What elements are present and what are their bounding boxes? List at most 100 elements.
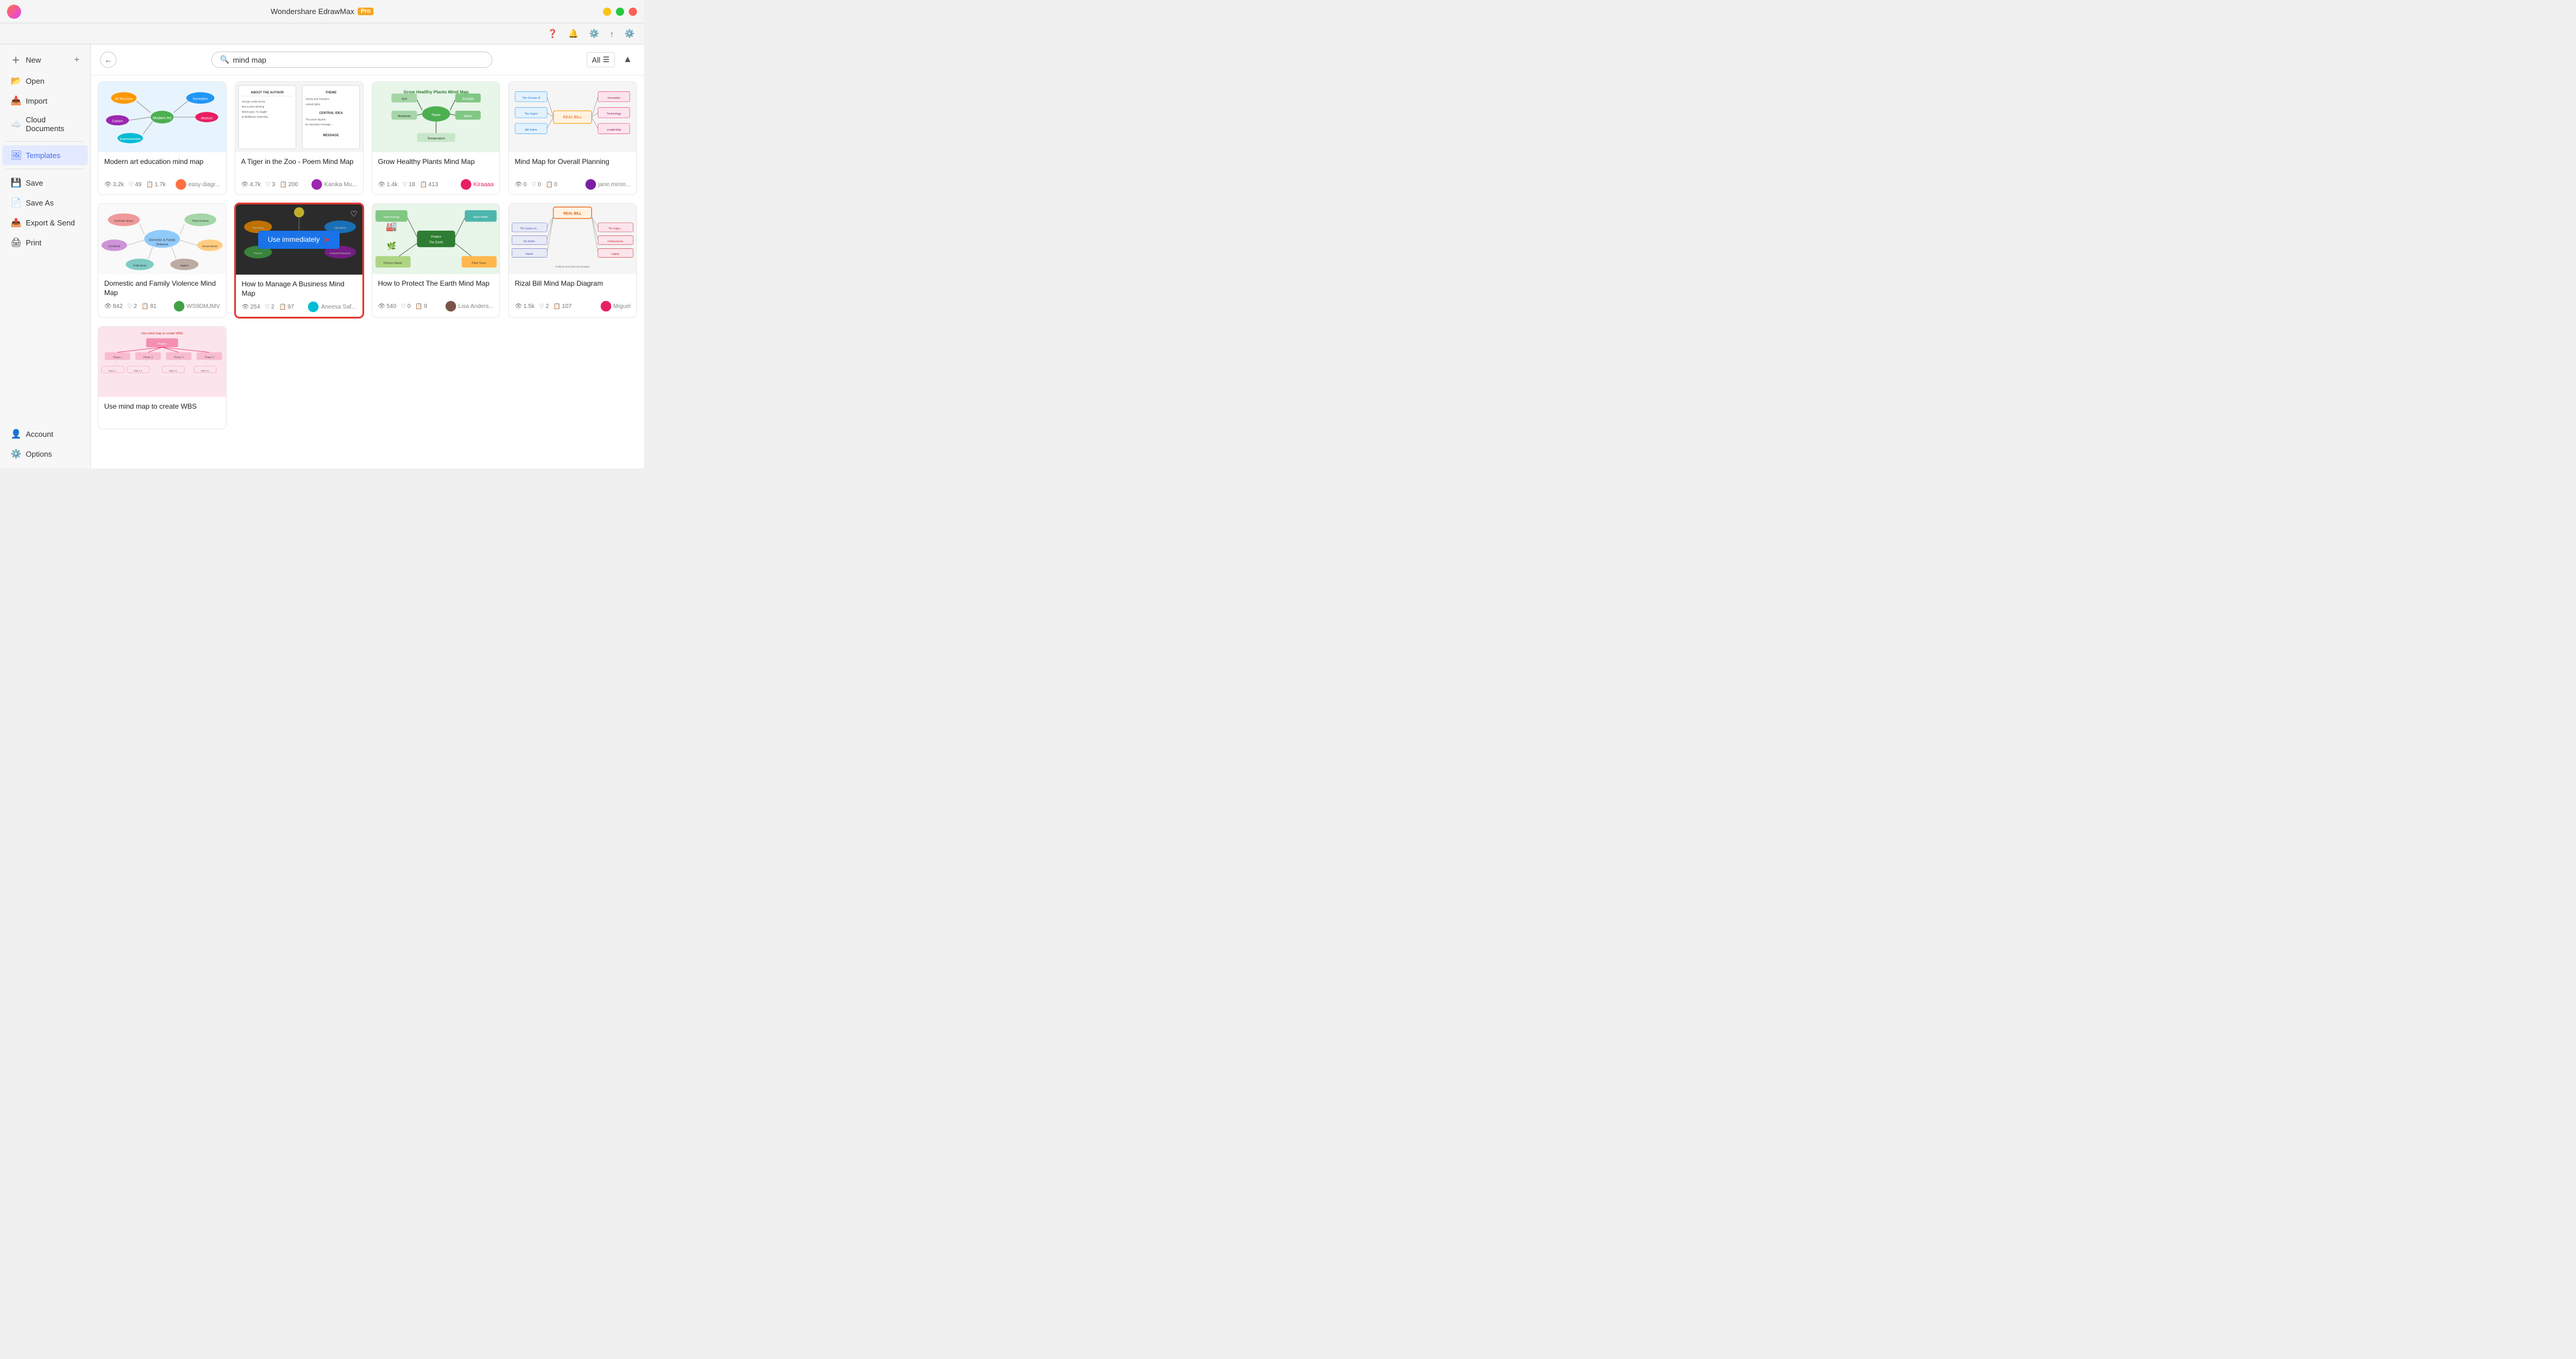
all-filter-button[interactable]: All ☰ (587, 52, 615, 67)
help-icon[interactable]: ❓ (545, 28, 560, 40)
svg-text:Project: Project (157, 343, 167, 346)
maximize-button[interactable] (616, 8, 624, 16)
card-info-business: How to Manage A Business Mind Map 👁 254 … (236, 275, 362, 317)
svg-text:was a prize-winning: was a prize-winning (242, 105, 265, 108)
svg-text:Leadership: Leadership (607, 128, 621, 132)
sidebar: ＋ New + 📂 Open 📥 Import ☁️ Cloud Documen… (0, 44, 91, 468)
svg-text:Phase 4: Phase 4 (204, 356, 214, 359)
svg-text:His Works: His Works (523, 239, 536, 242)
card-info-modern-art: Modern art education mind map 👁 3.2k ♡ 4… (98, 152, 226, 194)
views-planning: 👁 0 (515, 182, 526, 188)
app-title-text: Wondershare EdrawMax (270, 7, 354, 16)
sidebar-item-open[interactable]: 📂 Open (2, 71, 88, 91)
svg-text:Achievements: Achievements (607, 239, 624, 242)
card-violence[interactable]: Domestic & Family Violence Economic abus… (98, 203, 227, 318)
cards-grid-scroll[interactable]: Modern Art Art Nouveau Surrealism Cubism (91, 76, 644, 468)
author-violence: WS9DMJMV (174, 301, 220, 311)
svg-text:The Earth: The Earth (429, 241, 443, 245)
sidebar-item-import-label: Import (26, 97, 47, 105)
minimize-button[interactable] (603, 8, 611, 16)
card-thumb-planning: REAL BILL The Genius of The Super Bill G… (509, 82, 636, 152)
svg-text:Technology: Technology (607, 112, 622, 116)
sidebar-item-import[interactable]: 📥 Import (2, 91, 88, 111)
svg-text:Impact: Impact (526, 252, 534, 255)
card-business[interactable]: Business Management Marketing Finance Op… (235, 203, 364, 318)
card-title-violence: Domestic and Family Violence Mind Map (104, 279, 220, 297)
export-icon: 📤 (11, 217, 21, 228)
card-info-rizal: Rizal Bill Mind Map Diagram 👁 1.5k ♡ 2 📋… (509, 274, 636, 316)
back-button[interactable]: ← (100, 52, 117, 68)
sidebar-item-cloud[interactable]: ☁️ Cloud Documents (2, 111, 88, 138)
account-icon: 👤 (11, 429, 21, 439)
svg-text:Welsh poet. He taught: Welsh poet. He taught (242, 110, 268, 113)
author-business: Aneesa Saf... (308, 302, 356, 312)
likes-planning: ♡ 0 (532, 182, 542, 188)
svg-text:Temperature: Temperature (427, 137, 445, 141)
sidebar-item-saveas[interactable]: 📄 Save As (2, 193, 88, 213)
toolbar: ❓ 🔔 ⚙️ ↑ ⚙️ (0, 23, 644, 44)
scroll-top-button[interactable]: ▲ (621, 52, 635, 67)
svg-text:THEME: THEME (326, 91, 337, 95)
card-plants[interactable]: Grow Healthy Plants Mind Map Plants Sunl… (372, 81, 501, 195)
card-tiger[interactable]: ABOUT THE AUTHOR George Leslie Norris wa… (235, 81, 364, 195)
close-button[interactable] (629, 8, 637, 16)
search-area: ← 🔍 All ☰ ▲ (91, 44, 644, 76)
svg-text:Surrealism: Surrealism (193, 98, 208, 101)
svg-text:Soil: Soil (401, 98, 406, 101)
saveas-icon: 📄 (11, 197, 21, 208)
svg-text:Task 3.1: Task 3.1 (169, 370, 177, 372)
svg-text:The Super...: The Super... (608, 227, 622, 230)
heart-icon-business[interactable]: ♡ (350, 209, 358, 219)
svg-text:an important message...: an important message... (306, 123, 333, 126)
sidebar-item-options[interactable]: ⚙️ Options (2, 444, 88, 464)
svg-text:Violence: Violence (156, 243, 168, 247)
import-icon: 📥 (11, 95, 21, 106)
svg-text:REAL BILL: REAL BILL (563, 115, 582, 119)
card-meta-modern-art: 👁 3.2k ♡ 49 📋 1.7k easy diagr... (104, 179, 220, 190)
svg-text:George Leslie Norris: George Leslie Norris (242, 100, 266, 103)
use-immediately-button[interactable]: Use immediately ➤ (258, 231, 339, 249)
copies-modern-art: 📋 1.7k (146, 182, 166, 188)
sidebar-item-templates[interactable]: 🖼 Templates (2, 145, 88, 165)
card-earth[interactable]: Protect The Earth Save Energy Save Water… (372, 203, 501, 318)
svg-text:MESSAGE: MESSAGE (323, 134, 339, 138)
svg-text:The poem depicts: The poem depicts (306, 118, 326, 121)
sidebar-item-account[interactable]: 👤 Account (2, 424, 88, 444)
author-planning: jane.miron... (585, 179, 631, 190)
card-wbs[interactable]: Use mind map to create WBS Project Phase… (98, 326, 227, 429)
filter-menu-icon: ☰ (602, 55, 609, 64)
svg-text:Child abuse: Child abuse (133, 264, 147, 267)
sidebar-item-save[interactable]: 💾 Save (2, 173, 88, 193)
svg-text:Art Nouveau: Art Nouveau (115, 98, 132, 101)
community-icon[interactable]: ⚙️ (587, 28, 601, 40)
views-modern-art: 👁 3.2k (104, 182, 124, 188)
sidebar-item-print-label: Print (26, 238, 42, 247)
svg-text:The Super: The Super (525, 112, 538, 116)
svg-text:Task 2.1: Task 2.1 (133, 370, 142, 372)
sidebar-item-new[interactable]: ＋ New + (2, 49, 88, 71)
card-rizal[interactable]: REAL BILL The Genius of... His Works Imp… (508, 203, 637, 318)
card-modern-art[interactable]: Modern Art Art Nouveau Surrealism Cubism (98, 81, 227, 195)
settings-icon[interactable]: ⚙️ (622, 28, 637, 40)
title-bar: Wondershare EdrawMax Pro (0, 0, 644, 23)
likes-rizal: ♡ 2 (539, 303, 549, 310)
card-info-plants: Grow Healthy Plants Mind Map 👁 1.4k ♡ 18… (372, 152, 500, 194)
sidebar-item-export[interactable]: 📤 Export & Send (2, 213, 88, 232)
views-earth: 👁 540 (378, 303, 396, 310)
sidebar-item-export-label: Export & Send (26, 218, 75, 227)
card-info-earth: How to Protect The Earth Mind Map 👁 540 … (372, 274, 500, 316)
views-violence: 👁 842 (104, 303, 122, 310)
options-icon: ⚙️ (11, 449, 21, 459)
card-thumb-earth: Protect The Earth Save Energy Save Water… (372, 204, 500, 274)
share-icon[interactable]: ↑ (608, 28, 616, 40)
svg-text:at Middlesex University: at Middlesex University (242, 115, 268, 118)
card-thumb-modern-art: Modern Art Art Nouveau Surrealism Cubism (98, 82, 226, 152)
sidebar-item-print[interactable]: 🖨 Print (2, 232, 88, 252)
likes-plants: ♡ 18 (402, 182, 415, 188)
notification-icon[interactable]: 🔔 (566, 28, 581, 40)
card-title-planning: Mind Map for Overall Planning (515, 157, 631, 176)
card-thumb-business: Business Management Marketing Finance Op… (236, 204, 362, 275)
copies-plants: 📋 413 (420, 182, 438, 188)
search-input[interactable] (233, 56, 484, 64)
card-planning[interactable]: REAL BILL The Genius of The Super Bill G… (508, 81, 637, 195)
